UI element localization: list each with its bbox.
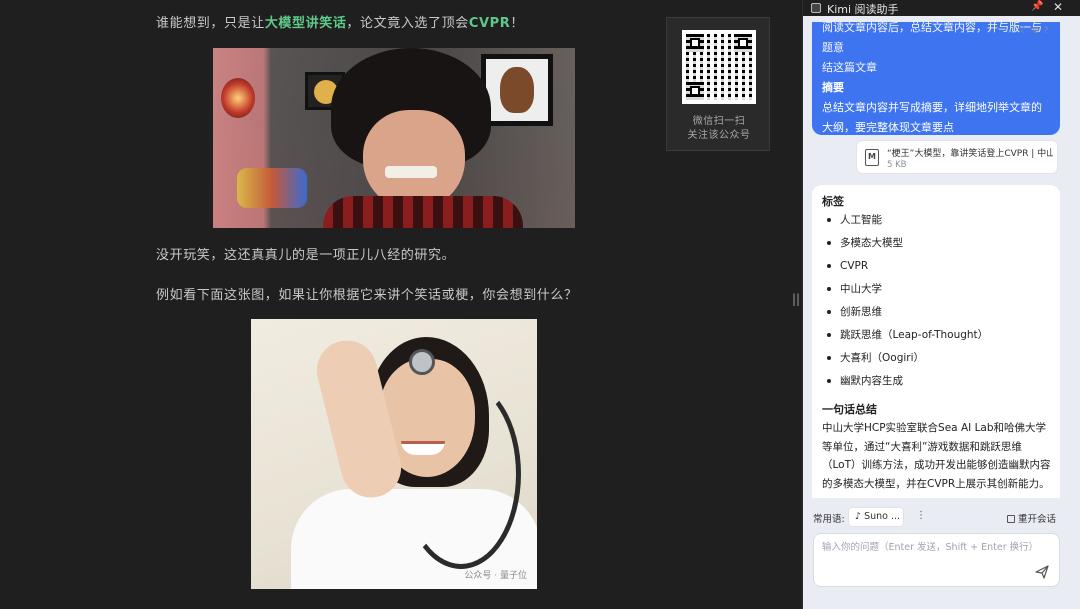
message-tools: ☾⊕? — [1020, 26, 1052, 36]
text: 谁能想到，只是让 — [156, 16, 265, 31]
text: ，论文竟入选了顶会 — [346, 16, 469, 31]
summary-heading: 一句话总结 — [822, 403, 877, 416]
panel-titlebar: Kimi 阅读助手 📌 ✕ — [803, 0, 1080, 16]
close-icon[interactable]: ✕ — [1053, 0, 1063, 14]
kimi-reading-assistant-panel: Kimi 阅读助手 📌 ✕ 阅读文章内容后，总结文章内容，并与版一与题意 结这篇… — [802, 0, 1080, 609]
reset-label: 重开会话 — [1018, 514, 1057, 525]
music-note-icon: ♪ — [855, 511, 865, 522]
help-icon[interactable]: ? — [1044, 26, 1053, 36]
more-phrases-button[interactable]: ⋮ — [916, 510, 926, 521]
article-paragraph-1: 谁能想到，只是让大模型讲笑话，论文竟入选了顶会CVPR！ — [156, 12, 524, 31]
highlight-text: 大模型讲笑话 — [264, 16, 347, 31]
pin-icon[interactable]: 📌 — [1031, 1, 1043, 12]
tag-item: 大喜利（Oogiri） — [824, 350, 988, 373]
question-input-box[interactable] — [813, 533, 1060, 587]
tag-item: 人工智能 — [824, 212, 988, 235]
reset-icon — [1007, 515, 1015, 523]
attached-file-chip[interactable]: M “梗王”大模型，靠讲笑话登上CVPR | 中山大学 5 KB — [856, 140, 1058, 174]
globe-icon[interactable]: ⊕ — [1032, 26, 1044, 36]
theme-icon[interactable]: ☾ — [1020, 26, 1032, 36]
qr-code-icon — [682, 30, 756, 104]
tags-heading: 标签 — [822, 195, 844, 208]
file-size: 5 KB — [887, 160, 907, 170]
assistant-answer-card: 标签 人工智能 多模态大模型 CVPR 中山大学 创新思维 跳跃思维（Leap-… — [812, 185, 1060, 498]
qr-caption-follow: 关注该公众号 — [687, 130, 751, 141]
suno-phrase-button[interactable]: ♪ Suno ... — [848, 507, 904, 527]
message-text: 结这篇文章 — [822, 61, 877, 74]
article-paragraph-3: 例如看下面这张图，如果让你根据它来讲个笑话或梗，你会想到什么？ — [156, 288, 578, 303]
article-gif-man-laughing[interactable] — [213, 48, 575, 228]
tag-item: 创新思维 — [824, 304, 988, 327]
file-icon: M — [865, 149, 879, 166]
message-text: 阅读文章内容后，总结文章内容，并与版一与题意 — [822, 22, 1042, 54]
tag-item: 中山大学 — [824, 281, 988, 304]
tag-item: 多模态大模型 — [824, 235, 988, 258]
message-body: 总结文章内容并写成摘要，详细地列举文章的大纲，要完整体现文章要点 — [822, 101, 1042, 134]
text: ！ — [510, 16, 524, 31]
tag-item: 幽默内容生成 — [824, 373, 988, 396]
highlight-text: CVPR — [468, 16, 511, 31]
quick-actions-bar: 常用语: ♪ Suno ... ⋮ 重开会话 — [803, 505, 1080, 529]
summary-text: 中山大学HCP实验室联合Sea AI Lab和哈佛大学等单位，通过“大喜利”游戏… — [822, 422, 1051, 490]
image-watermark: 公众号 · 量子位 — [464, 571, 527, 581]
tag-item: CVPR — [824, 258, 988, 281]
article-view: 谁能想到，只是让大模型讲笑话，论文竟入选了顶会CVPR！ 没开玩笑，这还真真儿的… — [0, 0, 790, 609]
tag-list: 人工智能 多模态大模型 CVPR 中山大学 创新思维 跳跃思维（Leap-of-… — [824, 212, 988, 396]
qr-code-card: 微信扫一扫 关注该公众号 — [666, 17, 770, 151]
message-heading: 摘要 — [822, 81, 844, 94]
send-icon[interactable] — [1034, 564, 1050, 580]
suno-label: Suno ... — [864, 511, 901, 522]
user-message-bubble: 阅读文章内容后，总结文章内容，并与版一与题意 结这篇文章 摘要 总结文章内容并写… — [812, 22, 1060, 135]
panel-resize-handle[interactable]: || — [790, 292, 802, 312]
article-image-nurse-stethoscope[interactable]: 公众号 · 量子位 — [251, 319, 537, 589]
file-name: “梗王”大模型，靠讲笑话登上CVPR | 中山大学 — [887, 149, 1053, 159]
tag-item: 跳跃思维（Leap-of-Thought） — [824, 327, 988, 350]
question-input[interactable] — [822, 538, 1052, 556]
reset-session-button[interactable]: 重开会话 — [1007, 511, 1056, 525]
qr-caption-scan: 微信扫一扫 — [692, 116, 746, 127]
article-paragraph-2: 没开玩笑，这还真真儿的是一项正儿八经的研究。 — [156, 248, 456, 263]
kimi-logo-icon — [811, 3, 821, 13]
common-phrases-label: 常用语: — [813, 514, 845, 525]
chat-area[interactable]: 阅读文章内容后，总结文章内容，并与版一与题意 结这篇文章 摘要 总结文章内容并写… — [812, 22, 1072, 498]
panel-title: Kimi 阅读助手 — [827, 3, 899, 16]
